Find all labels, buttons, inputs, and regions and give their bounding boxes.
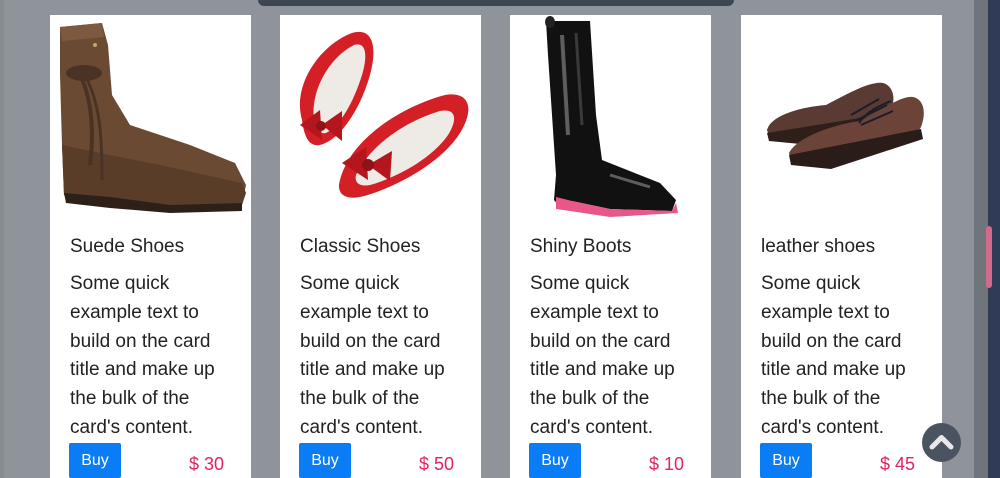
product-card: Classic Shoes Some quick example text to… [280,15,481,478]
card-text: Some quick example text to build on the … [530,273,675,438]
buy-button[interactable]: Buy [69,443,121,478]
product-card: leather shoes Some quick example text to… [741,15,942,478]
top-header-edge [258,0,734,6]
chevron-up-icon [929,435,954,450]
product-card: Suede Shoes Some quick example text to b… [50,15,251,478]
card-title: leather shoes [761,236,876,257]
card-text: Some quick example text to build on the … [761,273,906,438]
card-text: Some quick example text to build on the … [70,273,215,438]
buy-button[interactable]: Buy [299,443,351,478]
price-label: $ 45 [879,454,915,474]
leather-oxfords-image [741,15,942,220]
suede-boot-image [50,15,251,220]
price-label: $ 30 [188,454,224,474]
card-title: Suede Shoes [70,236,185,257]
buy-button[interactable]: Buy [760,443,812,478]
product-card: Shiny Boots Some quick example text to b… [510,15,711,478]
card-text: Some quick example text to build on the … [300,273,445,438]
card-title: Classic Shoes [300,236,421,257]
price-label: $ 10 [648,454,684,474]
rain-boot-image [510,15,711,220]
price-label: $ 50 [418,454,454,474]
side-tab[interactable] [986,226,992,288]
red-flats-image [280,15,481,220]
scroll-to-top-button[interactable] [922,423,961,462]
buy-button[interactable]: Buy [529,443,581,478]
card-title: Shiny Boots [530,236,632,257]
